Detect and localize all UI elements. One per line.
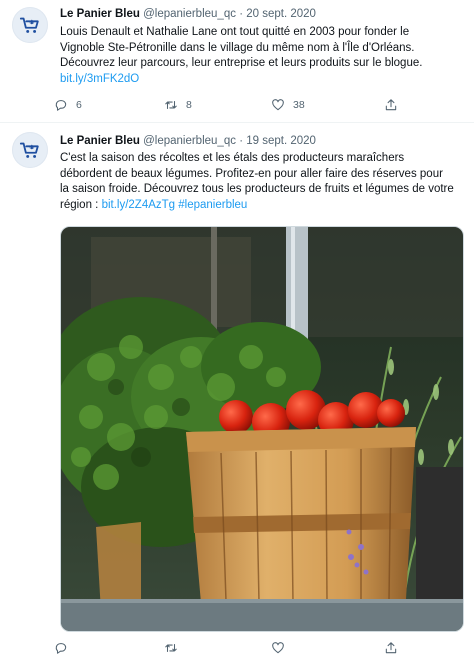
reply-icon (55, 100, 67, 111)
tweet-actions: 6 8 38 (54, 95, 414, 115)
tweet-body: Louis Denault et Nathalie Lane ont tout … (60, 26, 423, 69)
reply-button[interactable] (54, 638, 76, 658)
retweet-icon (165, 100, 177, 110)
panier-bleu-logo-icon (19, 142, 39, 158)
like-button[interactable] (271, 638, 293, 658)
avatar[interactable] (12, 7, 48, 43)
tweet[interactable]: Le Panier Bleu @lepanierbleu_qc · 19 sep… (0, 123, 474, 665)
tweet-header: Le Panier Bleu @lepanierbleu_qc · 19 sep… (60, 135, 316, 147)
tweet-header: Le Panier Bleu @lepanierbleu_qc · 20 sep… (60, 8, 316, 20)
tweet-text: C'est la saison des récoltes et les étal… (60, 151, 454, 213)
like-count: 38 (293, 99, 305, 111)
retweet-icon (165, 643, 177, 653)
author-name[interactable]: Le Panier Bleu (60, 135, 140, 147)
tweet[interactable]: Le Panier Bleu @lepanierbleu_qc · 20 sep… (0, 0, 474, 122)
reply-icon (55, 643, 67, 654)
share-button[interactable] (384, 95, 398, 115)
panier-bleu-logo-icon (19, 17, 39, 33)
vegetable-basket-photo (61, 227, 463, 631)
tweet-date[interactable]: 19 sept. 2020 (246, 135, 316, 147)
tweet-link[interactable]: bit.ly/3mFK2dO (60, 73, 139, 85)
author-handle[interactable]: @lepanierbleu_qc (143, 135, 236, 147)
reply-count: 6 (76, 99, 82, 111)
tweet-date[interactable]: 20 sept. 2020 (246, 8, 316, 20)
tweet-photo[interactable] (60, 226, 464, 632)
retweet-button[interactable]: 8 (164, 95, 192, 115)
author-name[interactable]: Le Panier Bleu (60, 8, 140, 20)
reply-button[interactable]: 6 (54, 95, 82, 115)
hashtag-link[interactable]: #lepanierbleu (178, 199, 247, 211)
retweet-count: 8 (186, 99, 192, 111)
like-button[interactable]: 38 (271, 95, 305, 115)
heart-icon (272, 642, 284, 654)
heart-icon (272, 99, 284, 111)
author-handle[interactable]: @lepanierbleu_qc (143, 8, 236, 20)
avatar[interactable] (12, 132, 48, 168)
retweet-button[interactable] (164, 638, 186, 658)
share-icon (385, 99, 397, 111)
tweet-actions (54, 638, 414, 658)
separator: · (239, 135, 244, 147)
tweet-link[interactable]: bit.ly/2Z4AzTg (102, 199, 176, 211)
tweet-text: Louis Denault et Nathalie Lane ont tout … (60, 25, 454, 87)
share-icon (385, 642, 397, 654)
share-button[interactable] (384, 638, 398, 658)
separator: · (239, 8, 244, 20)
